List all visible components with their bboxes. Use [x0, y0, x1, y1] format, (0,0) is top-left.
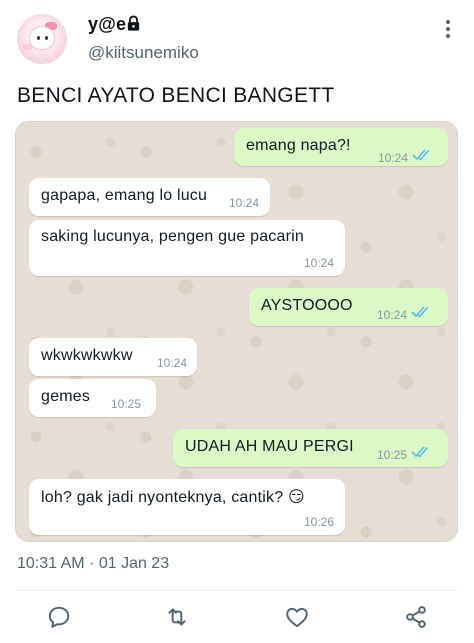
avatar-eye — [45, 36, 48, 40]
message-text: gapapa, emang lo lucu — [41, 187, 208, 204]
message-time: 10:25 — [111, 397, 142, 411]
message-text: gemes — [41, 388, 91, 405]
display-name[interactable]: y@e — [88, 14, 126, 35]
message-time: 10:24 — [378, 151, 409, 165]
tweet-actions-bar — [0, 600, 474, 638]
message-time: 10:24 — [377, 308, 408, 322]
lock-icon — [127, 15, 140, 31]
read-receipt-icon — [412, 149, 430, 161]
chat-bubble-incoming: loh? gak jadi nyonteknya, cantik? 😏 10:2… — [29, 479, 345, 535]
chat-bubble-incoming: gapapa, emang lo lucu 10:24 — [29, 178, 270, 216]
reply-icon[interactable] — [46, 604, 72, 630]
avatar-blush — [23, 44, 33, 50]
message-text: loh? gak jadi nyonteknya, cantik? 😏 — [41, 489, 305, 506]
message-text: UDAH AH MAU PERGI — [185, 438, 354, 455]
avatar-eye — [37, 36, 40, 40]
message-time: 10:24 — [157, 356, 188, 370]
tweet-header: y@e @kiitsunemiko — [0, 0, 474, 80]
chat-bubble-incoming: saking lucunya, pengen gue pacarin 10:24 — [29, 220, 345, 276]
chat-screenshot-image[interactable]: emang napa?! 10:24 gapapa, emang lo lucu… — [15, 121, 458, 542]
chat-bubble-outgoing: emang napa?! 10:24 — [234, 128, 448, 166]
message-text: emang napa?! — [246, 137, 351, 154]
avatar[interactable] — [17, 14, 67, 64]
like-icon[interactable] — [284, 604, 310, 630]
read-receipt-icon — [411, 306, 429, 318]
divider — [17, 590, 457, 591]
tweet-text: BENCI AYATO BENCI BANGETT — [17, 84, 335, 107]
message-time: 10:24 — [229, 196, 260, 210]
user-handle[interactable]: @kiitsunemiko — [88, 43, 199, 63]
share-icon[interactable] — [403, 604, 429, 630]
more-options-icon[interactable] — [436, 14, 460, 44]
message-text: wkwkwkwkw — [41, 347, 133, 364]
message-time: 10:24 — [304, 256, 335, 270]
chat-bubble-incoming: wkwkwkwkw 10:24 — [29, 338, 197, 376]
message-time: 10:25 — [377, 448, 408, 462]
chat-bubble-outgoing: AYSTOOOO 10:24 — [249, 288, 448, 326]
retweet-icon[interactable] — [164, 604, 190, 630]
tweet-timestamp[interactable]: 10:31 AM · 01 Jan 23 — [17, 555, 169, 573]
message-time: 10:26 — [304, 515, 335, 529]
chat-bubble-incoming: gemes 10:25 — [29, 379, 156, 417]
message-text: saking lucunya, pengen gue pacarin — [41, 228, 304, 245]
message-text: AYSTOOOO — [261, 297, 353, 314]
read-receipt-icon — [411, 446, 429, 458]
chat-bubble-outgoing: UDAH AH MAU PERGI 10:25 — [173, 429, 448, 467]
